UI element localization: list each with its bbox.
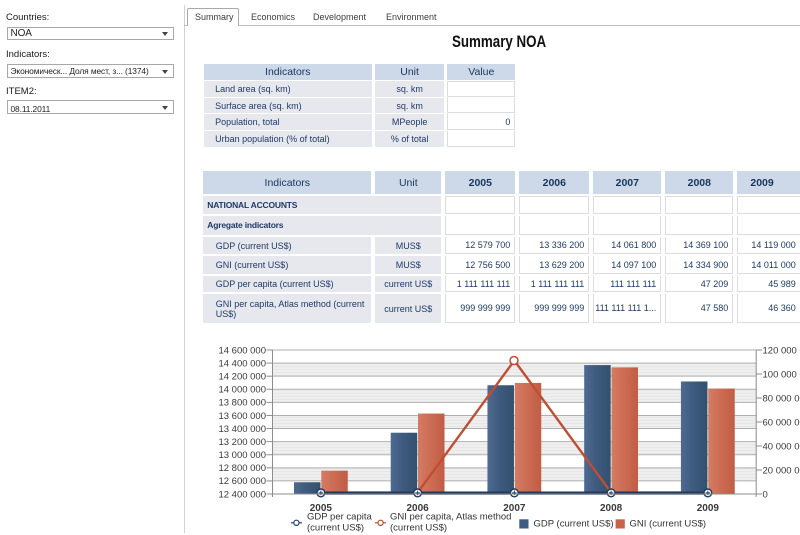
svg-text:2008: 2008 bbox=[600, 503, 623, 514]
svg-text:GDP (current US$): GDP (current US$) bbox=[534, 519, 614, 530]
svg-text:12 400 000: 12 400 000 bbox=[218, 489, 266, 500]
svg-text:14 200 000: 14 200 000 bbox=[218, 371, 266, 382]
svg-text:14 400 000: 14 400 000 bbox=[218, 358, 266, 369]
svg-text:13 600 000: 13 600 000 bbox=[218, 411, 266, 422]
svg-text:20 000 000: 20 000 000 bbox=[763, 465, 800, 476]
svg-text:GDP per capita: GDP per capita bbox=[307, 512, 372, 523]
svg-text:12 600 000: 12 600 000 bbox=[218, 476, 266, 487]
svg-text:80 000 000: 80 000 000 bbox=[763, 393, 800, 404]
svg-text:60 000 000: 60 000 000 bbox=[763, 417, 800, 428]
svg-text:14 600 000: 14 600 000 bbox=[218, 345, 266, 356]
svg-text:100 000 000: 100 000 000 bbox=[763, 369, 800, 380]
svg-text:13 400 000: 13 400 000 bbox=[218, 424, 266, 435]
svg-text:40 000 000: 40 000 000 bbox=[763, 441, 800, 452]
svg-text:13 200 000: 13 200 000 bbox=[218, 437, 266, 448]
svg-text:(current US$): (current US$) bbox=[307, 523, 364, 534]
svg-text:2009: 2009 bbox=[697, 503, 720, 514]
svg-text:0: 0 bbox=[763, 489, 768, 500]
svg-text:13 000 000: 13 000 000 bbox=[218, 450, 266, 461]
svg-text:14 000 000: 14 000 000 bbox=[218, 385, 266, 396]
svg-text:120 000 000: 120 000 000 bbox=[763, 345, 800, 356]
svg-text:(current US$): (current US$) bbox=[390, 523, 447, 534]
svg-text:13 800 000: 13 800 000 bbox=[218, 398, 266, 409]
svg-text:GNI per capita, Atlas method: GNI per capita, Atlas method bbox=[390, 512, 511, 523]
svg-text:GNI (current US$): GNI (current US$) bbox=[630, 519, 707, 530]
svg-text:12 800 000: 12 800 000 bbox=[218, 463, 266, 474]
